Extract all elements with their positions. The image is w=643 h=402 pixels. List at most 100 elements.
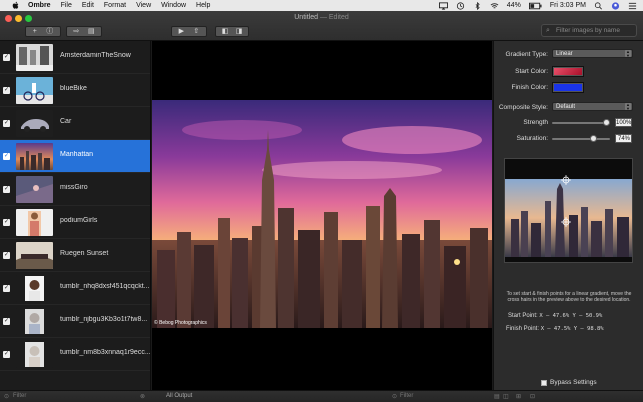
image-list: ✓ AmsterdaminTheSnow ✓ blueBike ✓ Car ✓ … (0, 41, 151, 390)
hide-left-panel-icon[interactable]: ◧ (222, 27, 229, 36)
notification-center-icon[interactable] (628, 2, 637, 10)
image-name: tumblr_nhq8dxsf451qcqckt... (60, 283, 150, 290)
start-color-swatch (554, 68, 582, 75)
edited-indicator: — Edited (319, 14, 349, 21)
composite-style-popup[interactable]: Default ▲ ▼ (552, 102, 633, 111)
list-item[interactable]: ✓ podiumGirls (0, 206, 150, 239)
list-item[interactable]: ✓ tumblr_njbgu3Kb3o1t7tw8... (0, 305, 150, 338)
battery-icon[interactable] (528, 2, 542, 10)
finish-color-label: Finish Color: (511, 84, 548, 91)
start-color-well[interactable] (552, 66, 584, 77)
preview-share-button-group: ▶ ⇧ (171, 26, 207, 37)
include-checkbox[interactable]: ✓ (3, 87, 10, 94)
gradient-type-popup[interactable]: Linear ▲ ▼ (552, 49, 633, 58)
list-item[interactable]: ✓ AmsterdaminTheSnow (0, 41, 150, 74)
wifi-icon[interactable] (490, 2, 499, 10)
finish-color-well[interactable] (552, 82, 584, 93)
include-checkbox[interactable]: ✓ (3, 186, 10, 193)
user-avatar-icon[interactable] (611, 1, 620, 10)
strength-slider-knob[interactable] (603, 119, 610, 126)
window-title: Untitled — Edited (0, 14, 643, 21)
spotlight-search-icon[interactable] (594, 1, 603, 10)
list-item-selected[interactable]: ✓ Manhattan (0, 140, 150, 173)
menu-view[interactable]: View (136, 0, 151, 11)
include-checkbox[interactable]: ✓ (3, 351, 10, 358)
start-point-label: Start Point: (508, 313, 538, 319)
list-item[interactable]: ✓ missGiro (0, 173, 150, 206)
apple-logo-icon[interactable] (12, 1, 20, 10)
image-name: tumblr_njbgu3Kb3o1t7tw8... (60, 316, 148, 323)
image-filter-search[interactable]: ⌕ Filter images by name (541, 24, 637, 37)
filter-field-left[interactable]: Filter (13, 393, 26, 399)
menu-bar: Ombre File Edit Format View Window Help … (0, 0, 643, 11)
preview-image (505, 159, 632, 262)
info-icon[interactable]: ⓘ (46, 27, 53, 36)
include-checkbox[interactable]: ✓ (3, 252, 10, 259)
photo-credit: © Bebog Photographics (154, 320, 207, 326)
view-toggle-list-icon[interactable]: ▤ (494, 393, 500, 400)
menu-clock[interactable]: Fri 3:03 PM (550, 2, 586, 9)
filter-field-right[interactable]: Filter (400, 393, 413, 399)
filter-icon: ⊙ (4, 394, 10, 400)
image-preview-canvas[interactable]: © Bebog Photographics (152, 41, 492, 390)
checkbox-box[interactable] (541, 379, 547, 386)
hide-right-panel-icon[interactable]: ◨ (236, 27, 243, 36)
image-name: Car (60, 118, 72, 125)
popup-arrows-icon: ▲ ▼ (625, 49, 631, 58)
strength-label: Strength (523, 119, 548, 126)
share-icon[interactable]: ⇧ (193, 27, 199, 36)
include-checkbox[interactable]: ✓ (3, 153, 10, 160)
menu-window[interactable]: Window (161, 0, 186, 11)
saturation-value[interactable]: 74% (615, 134, 632, 143)
view-toggle-split-icon[interactable]: ◫ (503, 393, 509, 400)
image-name: Manhattan (60, 151, 94, 158)
list-item[interactable]: ✓ Ruegen Sunset (0, 239, 150, 272)
export-icon[interactable]: ⇨ (73, 27, 79, 36)
include-checkbox[interactable]: ✓ (3, 219, 10, 226)
time-machine-icon[interactable] (456, 1, 465, 10)
finish-color-swatch (554, 84, 582, 91)
battery-percent: 44% (506, 2, 521, 9)
menu-file[interactable]: File (61, 0, 72, 11)
composite-style-value: Default (556, 104, 576, 110)
slideshow-icon[interactable]: ▶ (179, 27, 184, 36)
menu-edit[interactable]: Edit (82, 0, 94, 11)
sidebar-toggle-group: ◧ ◨ (215, 26, 249, 37)
menu-app-name[interactable]: Ombre (28, 0, 51, 11)
menu-help[interactable]: Help (196, 0, 210, 11)
include-checkbox[interactable]: ✓ (3, 54, 10, 61)
list-item[interactable]: ✓ blueBike (0, 74, 150, 107)
saturation-slider[interactable] (552, 135, 610, 142)
search-icon: ⌕ (546, 27, 550, 34)
menu-format[interactable]: Format (104, 0, 126, 11)
clear-filter-icon[interactable]: ⊗ (140, 393, 145, 400)
bluetooth-icon[interactable] (473, 1, 482, 10)
document-title: Untitled (294, 14, 318, 21)
airplay-icon[interactable] (438, 1, 448, 10)
print-icon[interactable]: ▤ (88, 27, 95, 36)
list-item[interactable]: ✓ tumblr_nm8b3xnnaq1r9ecc... (0, 338, 150, 371)
thumbnail-amsterdam (16, 44, 53, 71)
thumbnail-manhattan (16, 143, 53, 170)
list-item[interactable]: ✓ Car (0, 107, 150, 140)
bypass-settings-checkbox[interactable]: Bypass Settings (541, 379, 597, 386)
include-checkbox[interactable]: ✓ (3, 285, 10, 292)
crop-icon[interactable]: ⊡ (530, 393, 535, 400)
add-icon[interactable]: + (33, 27, 37, 36)
view-toggle-grid-icon[interactable]: ⊞ (516, 393, 521, 400)
gradient-type-value: Linear (556, 51, 573, 57)
list-item[interactable]: ✓ tumblr_nhq8dxsf451qcqckt... (0, 272, 150, 305)
filter-icon-right: ⊙ (392, 394, 398, 400)
strength-slider[interactable] (552, 119, 610, 126)
finish-point-label: Finish Point: (506, 326, 540, 332)
gradient-points-preview[interactable] (504, 158, 633, 263)
saturation-slider-knob[interactable] (589, 135, 597, 142)
include-checkbox[interactable]: ✓ (3, 318, 10, 325)
window-toolbar: Untitled — Edited + ⓘ ⇨ ▤ ▶ ⇧ ◧ ◨ ⌕ Filt… (0, 11, 643, 41)
include-checkbox[interactable]: ✓ (3, 120, 10, 127)
strength-value[interactable]: 100% (615, 118, 632, 127)
bypass-settings-label: Bypass Settings (550, 379, 597, 386)
output-popup[interactable]: All Output (166, 393, 192, 399)
thumbnail-ruegen-sunset (16, 242, 53, 269)
popup-arrows-icon: ▲ ▼ (625, 102, 631, 111)
